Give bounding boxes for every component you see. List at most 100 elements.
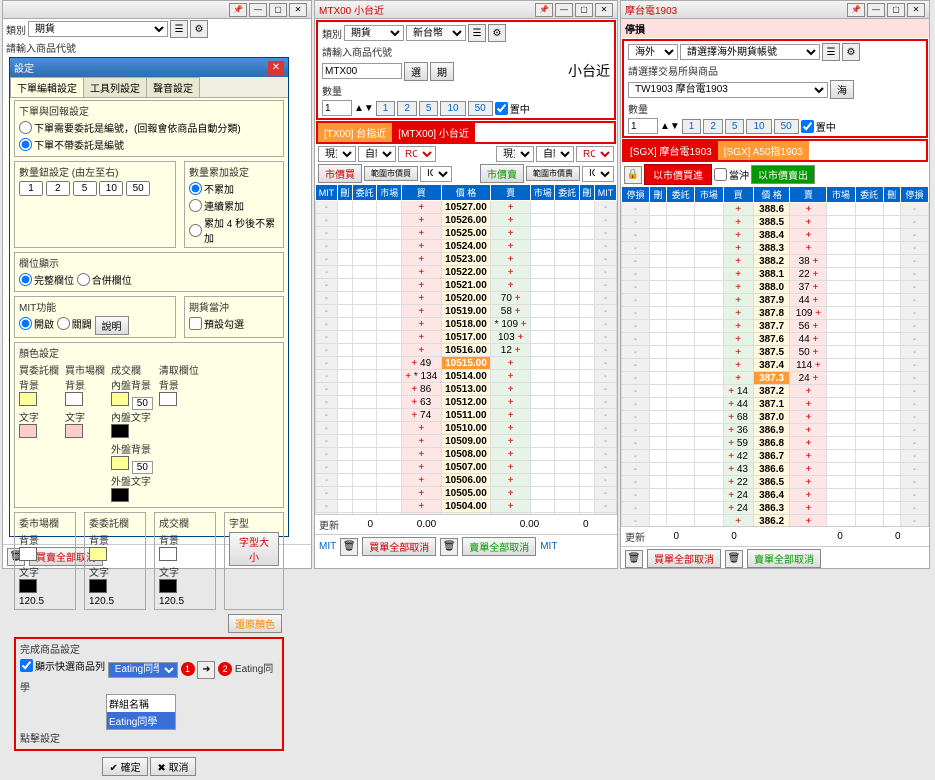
mkt-sell-button[interactable]: 以市價賣出 xyxy=(751,165,815,184)
ord-sel[interactable]: 現貨 xyxy=(318,146,356,162)
color-swatch[interactable] xyxy=(159,547,177,561)
ladder-row[interactable]: -+387.944 +- xyxy=(622,294,929,307)
ladder-row[interactable]: -+10504.00+- xyxy=(316,500,617,513)
price-ladder[interactable]: MIT刪委託市場買價 格賣市場委託刪MIT -+10527.00+--+1052… xyxy=(315,184,617,514)
close-icon[interactable]: ✕ xyxy=(289,3,307,17)
toolbar-icon[interactable]: ☰ xyxy=(822,43,840,61)
color-swatch[interactable] xyxy=(159,579,177,593)
toolbar-icon2[interactable]: ⚙ xyxy=(190,20,208,38)
ord-sel[interactable]: 自動 xyxy=(358,146,396,162)
gear-icon[interactable]: ⚙ xyxy=(488,24,506,42)
ladder-row[interactable]: -+10521.00+- xyxy=(316,279,617,292)
qty4[interactable] xyxy=(99,181,123,196)
color-swatch[interactable] xyxy=(89,547,107,561)
ladder-row[interactable]: -+387.8109 +- xyxy=(622,307,929,320)
qty-btn[interactable]: 50 xyxy=(468,101,493,116)
center-chk[interactable]: 置中 xyxy=(495,101,530,116)
cancel-button[interactable]: ✖ 取消 xyxy=(150,757,195,776)
ladder-row[interactable]: -+10527.00+- xyxy=(316,201,617,214)
ladder-row[interactable]: -+ 42386.7+- xyxy=(622,450,929,463)
ladder-row[interactable]: -+10507.00+- xyxy=(316,461,617,474)
type-select[interactable]: 期貨 xyxy=(28,21,168,37)
ladder-row[interactable]: -+10526.00+- xyxy=(316,214,617,227)
qty-btn[interactable]: 10 xyxy=(746,119,771,134)
ladder-row[interactable]: -+ 44387.1+- xyxy=(622,398,929,411)
spinner-icon[interactable]: ▲▼ xyxy=(660,121,680,132)
ladder-row[interactable]: -+387.644 +- xyxy=(622,333,929,346)
max-icon[interactable]: ▢ xyxy=(887,3,905,17)
region-button[interactable]: 海 xyxy=(830,80,854,99)
ladder-row[interactable]: -+10510.00+- xyxy=(316,422,617,435)
color-swatch[interactable] xyxy=(19,547,37,561)
ladder-row[interactable]: -+10520.0070 +- xyxy=(316,292,617,305)
acc-opt2[interactable]: 連續累加 xyxy=(189,198,244,213)
ladder-row[interactable]: -+386.2+- xyxy=(622,515,929,527)
qty-btn[interactable]: 10 xyxy=(440,101,465,116)
min-icon[interactable]: — xyxy=(555,3,573,17)
trash-icon[interactable]: 🗑 xyxy=(625,550,643,568)
ladder-row[interactable]: -+ 24386.4+- xyxy=(622,489,929,502)
min-icon[interactable]: — xyxy=(249,3,267,17)
mit-off[interactable]: 關闢 xyxy=(57,316,92,331)
fut-chk[interactable]: 預設勾選 xyxy=(189,316,244,331)
quick-opt[interactable]: 群組名稱 xyxy=(107,695,175,712)
ladder-row[interactable]: -+ 8610513.00+- xyxy=(316,383,617,396)
mkt-sell-button[interactable]: 市價賣 xyxy=(480,164,524,183)
ok-button[interactable]: ✔ 確定 xyxy=(102,757,147,776)
ladder-row[interactable]: -+ 6310512.00+- xyxy=(316,396,617,409)
qty-input[interactable] xyxy=(322,100,352,116)
ord-sel[interactable]: ROD xyxy=(398,146,436,162)
ord-sel[interactable]: 自動 xyxy=(536,146,574,162)
color-swatch[interactable] xyxy=(111,424,129,438)
ladder-row[interactable]: -+10505.00+- xyxy=(316,487,617,500)
cancel-buy-button[interactable]: 買單全部取消 xyxy=(647,549,721,568)
cancel-buy-button[interactable]: 買單全部取消 xyxy=(362,537,436,556)
ladder-row[interactable]: -+10516.0012 +- xyxy=(316,344,617,357)
ioc-sel[interactable]: IOC xyxy=(582,166,614,182)
tab-toolbar[interactable]: 工具列設定 xyxy=(83,77,147,97)
account-select[interactable]: 請選擇海外期貨帳號 xyxy=(680,44,820,60)
type-select[interactable]: 期貨 xyxy=(344,25,404,41)
color-swatch[interactable] xyxy=(89,579,107,593)
ladder-row[interactable]: -+388.5+- xyxy=(622,216,929,229)
code-input[interactable] xyxy=(322,63,402,79)
arrow-icon[interactable]: ➜ xyxy=(197,661,215,679)
toolbar-icon[interactable]: ☰ xyxy=(170,20,188,38)
qty2[interactable] xyxy=(46,181,70,196)
qty-btn[interactable]: 5 xyxy=(419,101,439,116)
ladder-row[interactable]: -+ 59386.8+- xyxy=(622,437,929,450)
ladder-row[interactable]: -+ 43386.6+- xyxy=(622,463,929,476)
mkt-buy-button[interactable]: 市價買 xyxy=(318,164,362,183)
reset-colors-button[interactable]: 還原顏色 xyxy=(228,614,282,633)
ladder-row[interactable]: -+ 68387.0+- xyxy=(622,411,929,424)
pin-icon[interactable]: 📌 xyxy=(847,3,865,17)
toolbar-icon[interactable]: ☰ xyxy=(468,24,486,42)
color-swatch[interactable] xyxy=(111,456,129,470)
center-chk[interactable]: 置中 xyxy=(801,119,836,134)
tab-mtx00[interactable]: [MTX00] 小台近 xyxy=(392,123,475,142)
cancel-sell-button[interactable]: 賣單全部取消 xyxy=(747,549,821,568)
tab-tx00[interactable]: [TX00] 台指近 xyxy=(318,123,392,142)
pin-icon[interactable]: 📌 xyxy=(229,3,247,17)
tab-order[interactable]: 下單編輯設定 xyxy=(10,77,84,97)
close-icon[interactable]: ✕ xyxy=(268,61,284,75)
ladder-row[interactable]: -+ 36386.9+- xyxy=(622,424,929,437)
ladder-row[interactable]: -+10522.00+- xyxy=(316,266,617,279)
mkt-buy-button[interactable]: 以市價買進 xyxy=(644,164,712,185)
pin-icon[interactable]: 📌 xyxy=(535,3,553,17)
ladder-row[interactable]: -+387.4114 +- xyxy=(622,359,929,372)
acc-opt1[interactable]: 不累加 xyxy=(189,181,234,196)
sel-button[interactable]: 選 xyxy=(404,62,428,81)
qty-input[interactable] xyxy=(628,118,658,134)
ladder-row[interactable]: -+ 14387.2+- xyxy=(622,385,929,398)
ladder-row[interactable]: -+387.550 +- xyxy=(622,346,929,359)
pos-opt1[interactable]: 完整欄位 xyxy=(19,272,74,287)
ladder-row[interactable]: -+10518.00* 109 +- xyxy=(316,318,617,331)
qty-btn[interactable]: 2 xyxy=(703,119,723,134)
ladder-row[interactable]: -+ 22386.5+- xyxy=(622,476,929,489)
lock-icon[interactable]: 🔒 xyxy=(624,166,642,184)
close-icon[interactable]: ✕ xyxy=(595,3,613,17)
qty5[interactable] xyxy=(126,181,150,196)
range-buy-button[interactable]: 範圍市價買 xyxy=(364,166,418,181)
ladder-row[interactable]: -+10523.00+- xyxy=(316,253,617,266)
